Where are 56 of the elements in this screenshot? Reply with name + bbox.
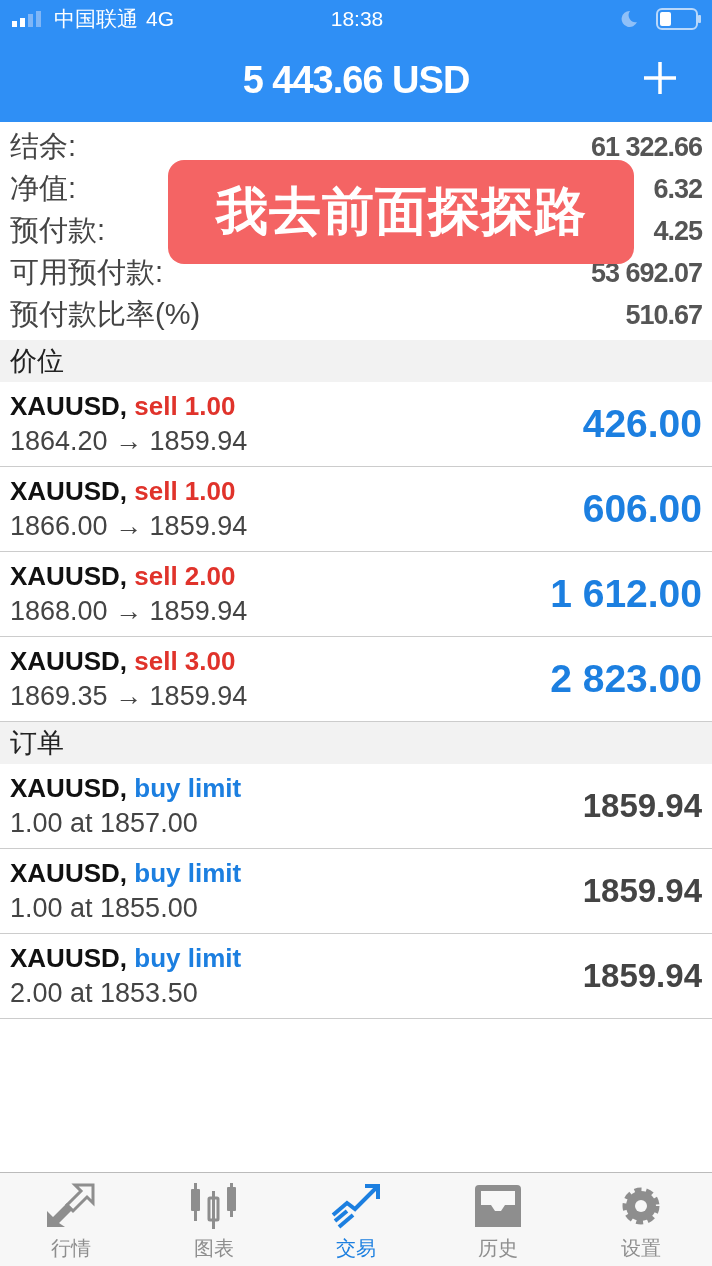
summary-label: 预付款:: [10, 213, 106, 248]
summary-label: 预付款比率(%): [10, 297, 201, 332]
carrier-name: 中国联通: [54, 6, 138, 32]
symbol: XAUUSD,: [10, 646, 127, 676]
current-price: 1859.94: [582, 872, 702, 910]
tab-bar-item[interactable]: 历史: [427, 1173, 570, 1266]
price-detail: 1.00 at 1857.00: [10, 808, 199, 839]
network-type: 4G: [146, 7, 174, 31]
tab-bar-item[interactable]: 图表: [142, 1173, 285, 1266]
moon-icon: [620, 10, 638, 28]
current-price: 1859.94: [582, 787, 702, 825]
section-title: 价位: [10, 345, 64, 378]
symbol: XAUUSD,: [10, 943, 127, 973]
summary-value: 510.67: [625, 299, 702, 331]
order-type: sell 1.00: [134, 391, 236, 421]
account-balance-title: 5 443.66 USD: [242, 58, 470, 102]
price-detail: 1868.00 → 1859.94: [10, 596, 248, 627]
price-detail: 1869.35 → 1859.94: [10, 681, 248, 712]
arrows-icon: [45, 1183, 98, 1229]
summary-label: 净值:: [10, 171, 77, 206]
price-detail: 2.00 at 1853.50: [10, 978, 199, 1009]
price-detail: 1864.20 → 1859.94: [10, 426, 248, 457]
battery-icon: [656, 8, 702, 30]
summary-label: 结余:: [10, 129, 77, 164]
profit-value: 606.00: [582, 487, 702, 531]
order-type: buy limit: [134, 773, 242, 803]
caption-sticker: 我去前面探探路: [168, 160, 634, 264]
candlestick-icon: [188, 1183, 239, 1229]
tab-bar-item[interactable]: 行情: [0, 1173, 143, 1266]
summary-value: 4.25: [653, 215, 702, 247]
price-detail: 1.00 at 1855.00: [10, 893, 199, 924]
symbol: XAUUSD,: [10, 773, 127, 803]
order-type: sell 3.00: [134, 646, 236, 676]
order-type: sell 1.00: [134, 476, 236, 506]
profit-value: 426.00: [582, 402, 702, 446]
inbox-icon: [473, 1183, 524, 1229]
current-price: 1859.94: [582, 957, 702, 995]
add-icon[interactable]: [642, 60, 678, 96]
summary-value: 61 322.66: [590, 131, 702, 163]
summary-label: 可用预付款:: [10, 255, 164, 290]
tab-bar-item[interactable]: 设置: [569, 1173, 712, 1266]
section-title: 订单: [10, 727, 64, 760]
trend-icon: [331, 1183, 381, 1229]
profit-value: 1 612.00: [550, 572, 702, 616]
order-type: buy limit: [134, 858, 242, 888]
symbol: XAUUSD,: [10, 858, 127, 888]
clock: 18:38: [329, 7, 385, 31]
tab-bar-item[interactable]: 交易: [284, 1173, 428, 1266]
symbol: XAUUSD,: [10, 561, 127, 591]
price-detail: 1866.00 → 1859.94: [10, 511, 248, 542]
order-type: sell 2.00: [134, 561, 236, 591]
symbol: XAUUSD,: [10, 391, 127, 421]
profit-value: 2 823.00: [550, 657, 702, 701]
order-type: buy limit: [134, 943, 242, 973]
summary-value: 6.32: [653, 173, 702, 205]
symbol: XAUUSD,: [10, 476, 127, 506]
